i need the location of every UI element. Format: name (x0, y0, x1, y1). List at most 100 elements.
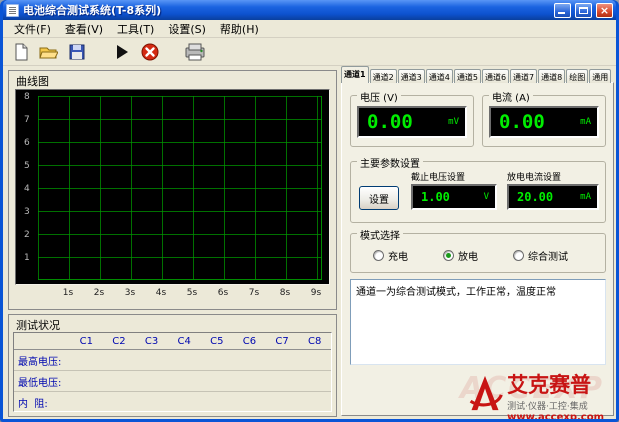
cutoff-voltage-label: 截止电压设置 (411, 170, 465, 183)
column-header: C2 (103, 336, 136, 347)
row-label-min-voltage: 最低电压: (14, 374, 70, 389)
cutoff-voltage-display: 1.00 V (411, 184, 497, 210)
column-header: C6 (233, 336, 266, 347)
curve-graph-panel: 曲线图 8 7 6 5 4 3 2 1 1s 2s 3s 4s 5s 6s (8, 70, 337, 310)
brand-url[interactable]: www.accexp.com (507, 412, 604, 419)
stop-icon (141, 43, 159, 61)
toolbar (3, 38, 616, 66)
current-unit: mA (580, 117, 597, 127)
tab-channel-7[interactable]: 通道7 (510, 69, 537, 83)
main-params-group: 主要参数设置 设置 截止电压设置 1.00 V 放电电流设置 20.00 mA (350, 161, 606, 223)
column-header: C8 (298, 336, 331, 347)
close-icon: × (597, 4, 612, 17)
table-row: 最高电压: (14, 350, 331, 371)
y-tick: 2 (24, 230, 30, 240)
mode-select-label: 模式选择 (357, 227, 403, 242)
set-button[interactable]: 设置 (359, 186, 399, 210)
mode-select-group: 模式选择 充电 放电 综合测试 (350, 233, 606, 273)
discharge-current-unit: mA (580, 192, 597, 202)
minimize-icon (558, 12, 565, 14)
tab-plot[interactable]: 绘图 (566, 69, 588, 83)
tab-channel-5[interactable]: 通道5 (454, 69, 481, 83)
column-header: C1 (70, 336, 103, 347)
tab-channel-8[interactable]: 通道8 (538, 69, 565, 83)
table-row: 内 阻: (14, 392, 331, 413)
new-file-button[interactable] (8, 40, 33, 64)
menu-file[interactable]: 文件(F) (7, 20, 58, 38)
x-tick: 9s (301, 288, 331, 298)
radio-combined-test-label: 综合测试 (528, 248, 568, 263)
stop-button[interactable] (137, 40, 162, 64)
voltage-display: 0.00 mV (357, 106, 467, 138)
channel-status-message: 通道一为综合测试模式，工作正常，温度正常 (350, 279, 606, 365)
brand-name: 艾克赛普 (507, 373, 604, 397)
row-label-max-voltage: 最高电压: (14, 353, 70, 368)
cutoff-voltage-unit: V (484, 192, 495, 202)
table-row: 最低电压: (14, 371, 331, 392)
column-header: C7 (266, 336, 299, 347)
x-tick: 3s (115, 288, 145, 298)
radio-combined-test[interactable]: 综合测试 (513, 248, 568, 263)
radio-discharge-icon[interactable] (443, 250, 454, 261)
x-tick: 4s (146, 288, 176, 298)
window-title: 电池综合测试系统(T-8系列) (23, 2, 550, 18)
menu-help[interactable]: 帮助(H) (213, 20, 266, 38)
voltage-unit: mV (448, 117, 465, 127)
menu-view[interactable]: 查看(V) (58, 20, 110, 38)
test-status-table: C1 C2 C3 C4 C5 C6 C7 C8 最高电压: 最低电压: (13, 332, 332, 412)
brand-tagline: 测试·仪器·工控·集成 (507, 399, 604, 412)
run-icon (114, 44, 130, 60)
menu-tools[interactable]: 工具(T) (110, 20, 161, 38)
device-button[interactable] (182, 40, 207, 64)
close-button[interactable]: × (596, 3, 613, 18)
app-icon (6, 4, 19, 17)
y-tick: 4 (24, 184, 30, 194)
table-header-row: C1 C2 C3 C4 C5 C6 C7 C8 (14, 333, 331, 350)
current-display: 0.00 mA (489, 106, 599, 138)
run-button[interactable] (109, 40, 134, 64)
tab-channel-3[interactable]: 通道3 (398, 69, 425, 83)
plot-grid (38, 96, 322, 280)
x-tick: 1s (53, 288, 83, 298)
x-tick: 5s (177, 288, 207, 298)
tab-channel-6[interactable]: 通道6 (482, 69, 509, 83)
open-file-button[interactable] (36, 40, 61, 64)
tab-channel-2[interactable]: 通道2 (370, 69, 397, 83)
current-group: 电流 (A) 0.00 mA (482, 95, 606, 147)
radio-combined-test-icon[interactable] (513, 250, 524, 261)
minimize-button[interactable] (554, 3, 571, 18)
maximize-button[interactable] (575, 3, 592, 18)
x-tick: 7s (239, 288, 269, 298)
test-status-title: 测试状况 (16, 317, 60, 333)
radio-discharge-label: 放电 (458, 248, 478, 263)
radio-charge[interactable]: 充电 (373, 248, 408, 263)
main-params-label: 主要参数设置 (357, 155, 423, 170)
current-group-label: 电流 (A) (489, 89, 533, 104)
y-tick: 5 (24, 161, 30, 171)
voltage-group: 电压 (V) 0.00 mV (350, 95, 474, 147)
voltage-value: 0.00 (359, 111, 448, 133)
tab-general[interactable]: 通用 (589, 69, 611, 83)
menu-settings[interactable]: 设置(S) (161, 20, 213, 38)
voltage-group-label: 电压 (V) (357, 89, 401, 104)
column-header: C3 (135, 336, 168, 347)
radio-charge-label: 充电 (388, 248, 408, 263)
tabstrip: 通道1 通道2 通道3 通道4 通道5 通道6 通道7 通道8 绘图 通用 (341, 66, 614, 83)
device-icon (185, 43, 205, 61)
y-tick: 8 (24, 92, 30, 102)
radio-charge-icon[interactable] (373, 250, 384, 261)
save-button[interactable] (64, 40, 89, 64)
tab-channel-4[interactable]: 通道4 (426, 69, 453, 83)
tab-channel-1[interactable]: 通道1 (341, 66, 369, 83)
x-tick: 6s (208, 288, 238, 298)
x-tick: 2s (84, 288, 114, 298)
save-icon (68, 43, 86, 61)
titlebar[interactable]: 电池综合测试系统(T-8系列) × (3, 0, 616, 20)
accexp-logo-icon (467, 373, 503, 413)
radio-discharge[interactable]: 放电 (443, 248, 478, 263)
open-folder-icon (39, 43, 58, 61)
test-status-panel: 测试状况 C1 C2 C3 C4 C5 C6 C7 C8 最高电压: (8, 314, 337, 417)
current-value: 0.00 (491, 111, 580, 133)
plot-area: 8 7 6 5 4 3 2 1 (15, 89, 330, 285)
x-tick: 8s (270, 288, 300, 298)
